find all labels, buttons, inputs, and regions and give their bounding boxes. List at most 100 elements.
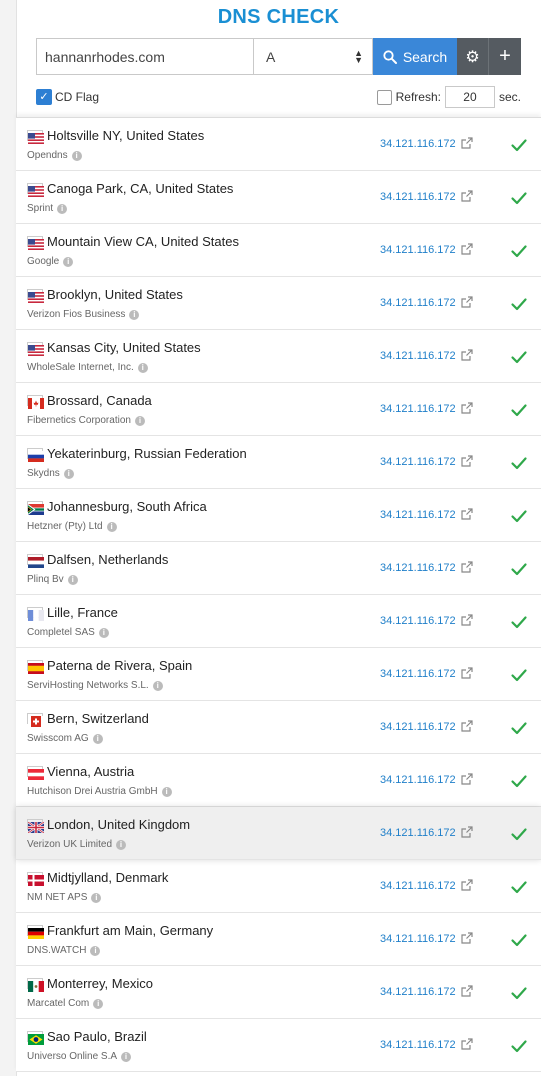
info-icon[interactable]: i: [106, 521, 117, 532]
domain-input[interactable]: [36, 38, 253, 75]
info-icon[interactable]: i: [57, 203, 68, 214]
refresh-interval-input[interactable]: [444, 86, 495, 108]
info-icon[interactable]: i: [63, 468, 74, 479]
result-location: Paterna de Rivera, Spain: [47, 658, 193, 673]
checkmark-icon: [510, 1037, 528, 1055]
result-location: Johannesburg, South Africa: [47, 499, 207, 514]
result-ip-link[interactable]: 34.121.116.172: [380, 562, 456, 574]
result-provider-name: ServiHosting Networks S.L.: [27, 680, 149, 691]
info-icon[interactable]: i: [116, 839, 127, 850]
result-ip-link[interactable]: 34.121.116.172: [380, 191, 456, 203]
checkmark-icon: [510, 295, 528, 313]
external-link-icon[interactable]: [460, 719, 474, 733]
checkmark-icon: [510, 666, 528, 684]
result-ip-link[interactable]: 34.121.116.172: [380, 668, 456, 680]
result-ip-link[interactable]: 34.121.116.172: [380, 615, 456, 627]
nl-flag-icon: [27, 554, 44, 568]
info-icon[interactable]: i: [90, 945, 101, 956]
select-arrows-icon: ▲ ▼: [354, 48, 363, 65]
result-ip-link[interactable]: 34.121.116.172: [380, 350, 456, 362]
info-icon[interactable]: i: [91, 892, 102, 903]
external-link-icon[interactable]: [460, 825, 474, 839]
external-link-icon[interactable]: [460, 242, 474, 256]
cd-flag-checkbox[interactable]: ✓: [36, 89, 52, 105]
external-link-icon[interactable]: [460, 1037, 474, 1051]
external-link-icon[interactable]: [460, 348, 474, 362]
checkmark-icon: [510, 189, 528, 207]
refresh-checkbox[interactable]: [376, 89, 392, 105]
external-link-icon[interactable]: [460, 560, 474, 574]
checkmark-icon: [510, 454, 528, 472]
at-flag-icon: [27, 766, 44, 780]
result-ip-link[interactable]: 34.121.116.172: [380, 403, 456, 415]
checkmark-icon: [510, 136, 528, 154]
add-button[interactable]: +: [489, 38, 521, 75]
result-provider-name: Verizon UK Limited: [27, 839, 113, 850]
external-link-icon[interactable]: [460, 878, 474, 892]
result-provider-name: Fibernetics Corporation: [27, 415, 131, 426]
result-ip-link[interactable]: 34.121.116.172: [380, 880, 456, 892]
info-icon[interactable]: i: [93, 998, 104, 1009]
info-icon[interactable]: i: [121, 1051, 132, 1062]
external-link-icon[interactable]: [460, 189, 474, 203]
external-link-icon[interactable]: [460, 772, 474, 786]
result-provider-name: Verizon Fios Business: [27, 309, 126, 320]
result-provider: Skydns i: [27, 468, 74, 479]
external-link-icon[interactable]: [460, 401, 474, 415]
external-link-icon[interactable]: [460, 931, 474, 945]
result-ip-link[interactable]: 34.121.116.172: [380, 297, 456, 309]
result-row: Midtjylland, Denmark NM NET APS i 34.121.11…: [16, 860, 541, 913]
external-link-icon[interactable]: [460, 454, 474, 468]
external-link-icon[interactable]: [460, 984, 474, 998]
result-ip-link[interactable]: 34.121.116.172: [380, 721, 456, 733]
external-link-icon[interactable]: [460, 507, 474, 521]
result-ip-link[interactable]: 34.121.116.172: [380, 244, 456, 256]
result-ip-link[interactable]: 34.121.116.172: [380, 1039, 456, 1051]
result-ip-link[interactable]: 34.121.116.172: [380, 509, 456, 521]
result-location: Yekaterinburg, Russian Federation: [47, 446, 247, 461]
result-location: Brossard, Canada: [47, 393, 152, 408]
search-button[interactable]: Search: [373, 38, 457, 75]
cd-flag-option[interactable]: ✓ CD Flag: [36, 89, 99, 105]
result-provider: Completel SAS i: [27, 627, 109, 638]
result-ip-link[interactable]: 34.121.116.172: [380, 827, 456, 839]
result-ip-link[interactable]: 34.121.116.172: [380, 986, 456, 998]
checkmark-icon: [510, 401, 528, 419]
result-provider: WholeSale Internet, Inc. i: [27, 362, 148, 373]
settings-button[interactable]: ⚙: [457, 38, 489, 75]
result-provider: Opendns i: [27, 150, 82, 161]
external-link-icon[interactable]: [460, 666, 474, 680]
result-provider-name: Marcatel Com: [27, 998, 90, 1009]
info-icon[interactable]: i: [137, 362, 148, 373]
result-row: Brossard, Canada Fibernetics Corporation i…: [16, 383, 541, 436]
info-icon[interactable]: i: [129, 309, 140, 320]
external-link-icon[interactable]: [460, 613, 474, 627]
result-ip-link[interactable]: 34.121.116.172: [380, 138, 456, 150]
info-icon[interactable]: i: [152, 680, 163, 691]
result-row: Sao Paulo, Brazil Universo Online S.A i 34.…: [16, 1019, 541, 1072]
result-row: Yekaterinburg, Russian Federation Skydns i…: [16, 436, 541, 489]
result-row: Brooklyn, United States Verizon Fios Busi…: [16, 277, 541, 330]
result-provider: Universo Online S.A i: [27, 1051, 132, 1062]
info-icon[interactable]: i: [67, 574, 78, 585]
info-icon[interactable]: i: [92, 733, 103, 744]
result-location: Lille, France: [47, 605, 118, 620]
result-row: Johannesburg, South Africa Hetzner (Pty) …: [16, 489, 541, 542]
external-link-icon[interactable]: [460, 136, 474, 150]
result-ip-link[interactable]: 34.121.116.172: [380, 933, 456, 945]
result-provider-name: Plinq Bv: [27, 574, 64, 585]
result-provider: Marcatel Com i: [27, 998, 104, 1009]
mx-flag-icon: [27, 978, 44, 992]
info-icon[interactable]: i: [63, 256, 74, 267]
info-icon[interactable]: i: [98, 627, 109, 638]
record-type-select[interactable]: A ▲ ▼: [253, 38, 373, 75]
result-ip-link[interactable]: 34.121.116.172: [380, 456, 456, 468]
result-provider-name: Universo Online S.A: [27, 1051, 118, 1062]
external-link-icon[interactable]: [460, 295, 474, 309]
page-title: DNS CHECK: [217, 6, 340, 28]
result-ip-link[interactable]: 34.121.116.172: [380, 774, 456, 786]
info-icon[interactable]: i: [134, 415, 145, 426]
result-provider: Hetzner (Pty) Ltd i: [27, 521, 117, 532]
info-icon[interactable]: i: [161, 786, 172, 797]
info-icon[interactable]: i: [71, 150, 82, 161]
